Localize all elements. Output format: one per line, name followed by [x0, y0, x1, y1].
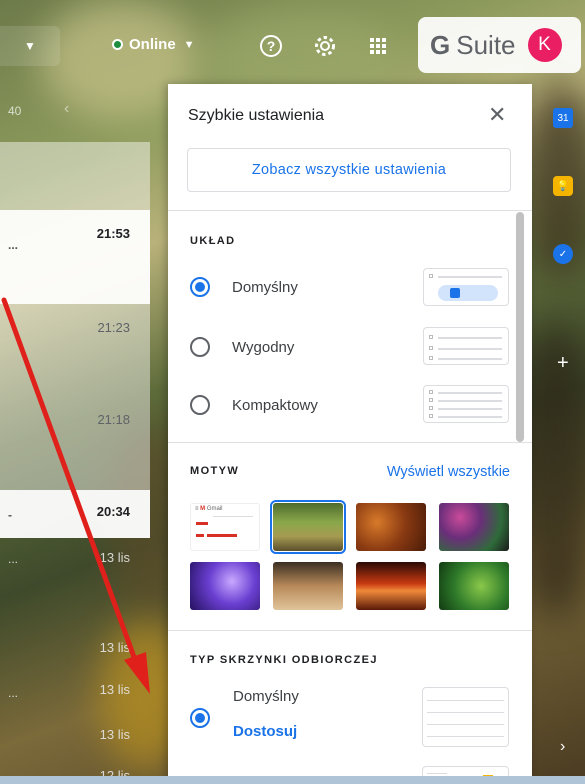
mail-time: 13 lis	[99, 640, 130, 655]
layout-option-compact[interactable]: Kompaktowy	[190, 395, 318, 415]
radio-button[interactable]	[190, 395, 210, 415]
keep-icon[interactable]: 💡	[553, 176, 573, 196]
gmail-icon: ≡ M Gmail	[195, 506, 223, 512]
top-bar: ▼ Online ▼ ? G Suite K	[0, 0, 585, 90]
layout-option-label: Kompaktowy	[232, 396, 318, 414]
table-row[interactable]: 21:18	[0, 396, 150, 490]
theme-chess[interactable]	[273, 562, 343, 610]
theme-canyon[interactable]	[356, 562, 426, 610]
radio-button[interactable]	[190, 337, 210, 357]
table-row[interactable]: ... 13 lis	[0, 672, 150, 708]
status-label: Online	[129, 36, 176, 53]
radio-button[interactable]	[190, 708, 210, 728]
mail-time: 21:18	[97, 412, 130, 427]
layout-option-comfortable[interactable]: Wygodny	[190, 337, 294, 357]
bottom-strip	[0, 776, 585, 784]
theme-forest[interactable]	[270, 500, 346, 554]
panel-title: Szybkie ustawienia	[188, 107, 325, 124]
chevron-left-icon[interactable]: ‹	[64, 100, 69, 118]
settings-gear-icon[interactable]	[312, 33, 338, 59]
view-all-themes-link[interactable]: Wyświetl wszystkie	[387, 464, 510, 480]
online-status-icon	[112, 39, 123, 50]
list-item[interactable]	[0, 142, 150, 210]
layout-preview-default[interactable]	[423, 268, 509, 306]
theme-autumn-leaves[interactable]	[356, 503, 426, 551]
quick-settings-panel: Szybkie ustawienia ✕ Zobacz wszystkie us…	[168, 84, 532, 784]
theme-chameleon[interactable]	[439, 562, 509, 610]
mail-time: 13 lis	[99, 550, 130, 565]
radio-button[interactable]	[190, 277, 210, 297]
layout-preview-compact[interactable]	[423, 385, 509, 423]
gsuite-account-area[interactable]: G Suite K	[418, 17, 581, 73]
layout-option-default[interactable]: Domyślny	[190, 277, 298, 297]
divider	[168, 210, 532, 211]
table-row[interactable]: 21:23	[0, 304, 150, 396]
pagination-count: 40	[8, 104, 22, 118]
divider	[168, 630, 532, 631]
layout-option-label: Wygodny	[232, 338, 295, 356]
close-icon[interactable]: ✕	[488, 102, 506, 128]
see-all-settings-button[interactable]: Zobacz wszystkie ustawienia	[187, 148, 511, 192]
search-options-dropdown[interactable]: ▼	[0, 26, 60, 66]
customize-link[interactable]: Dostosuj	[233, 723, 297, 740]
inbox-type-preview[interactable]	[422, 687, 509, 747]
gsuite-logo-text: Suite	[456, 29, 516, 60]
table-row[interactable]: 13 lis	[0, 722, 150, 752]
layout-option-label: Domyślny	[232, 278, 298, 296]
chevron-down-icon: ▼	[24, 39, 36, 53]
theme-jellyfish[interactable]	[190, 562, 260, 610]
mail-time: 21:53	[96, 226, 130, 241]
table-row[interactable]: ... 13 lis	[0, 538, 150, 578]
table-row[interactable]: ... 21:53	[0, 210, 150, 304]
mail-time: 13 lis	[99, 727, 130, 742]
table-row[interactable]: 13 lis	[0, 632, 150, 668]
mail-time: 20:34	[96, 504, 130, 519]
apps-grid-icon[interactable]	[365, 33, 391, 59]
panel-scrollbar[interactable]	[516, 212, 524, 442]
theme-heading: MOTYW	[190, 465, 240, 477]
mail-list: ... 21:53 21:23 21:18 - 20:34 ... 13 lis…	[0, 142, 150, 784]
tasks-icon[interactable]: ✓	[553, 244, 573, 264]
mail-time: 13 lis	[99, 682, 130, 697]
mail-time: 21:23	[97, 320, 130, 335]
layout-heading: UKŁAD	[190, 235, 236, 247]
theme-bubbles[interactable]	[439, 503, 509, 551]
table-row[interactable]: - 20:34	[0, 490, 150, 538]
status-selector[interactable]: Online ▼	[112, 36, 195, 53]
inbox-type-label: Domyślny	[233, 688, 299, 705]
layout-preview-comfortable[interactable]	[423, 327, 509, 365]
chevron-right-icon[interactable]: ›	[560, 738, 565, 756]
theme-default[interactable]: ≡ M Gmail	[190, 503, 260, 551]
avatar[interactable]: K	[527, 28, 562, 62]
inbox-type-heading: TYP SKRZYNKI ODBIORCZEJ	[190, 654, 378, 666]
gmail-brand-label: Gmail	[206, 506, 223, 512]
document-icon	[450, 288, 460, 298]
calendar-icon[interactable]: 31	[553, 108, 573, 128]
caret-down-icon: ▼	[183, 38, 195, 51]
add-addon-icon[interactable]: +	[557, 352, 569, 375]
inbox-type-option-default[interactable]	[190, 708, 210, 728]
svg-text:?: ?	[267, 38, 276, 54]
gsuite-logo-g: G	[430, 29, 451, 60]
divider	[168, 442, 532, 443]
help-icon[interactable]: ?	[258, 33, 284, 59]
